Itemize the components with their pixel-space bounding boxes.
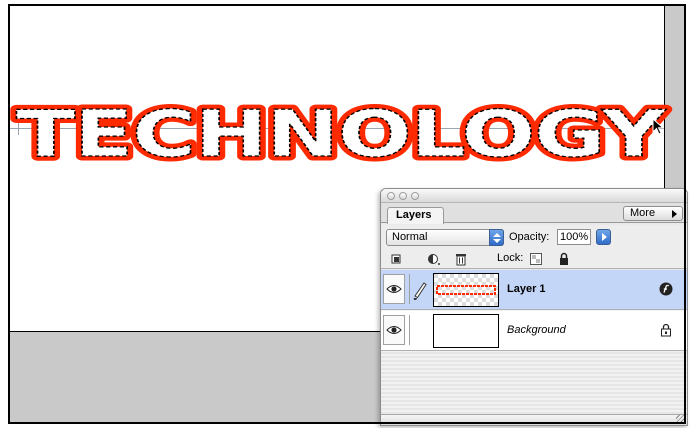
tab-layers[interactable]: Layers <box>387 207 445 224</box>
visibility-toggle[interactable] <box>383 315 405 345</box>
technology-text-art: TECHNOLOGY TECHNOLOGY TECHNOLOGY <box>12 94 672 177</box>
layers-list: Layer 1 Background <box>381 270 687 416</box>
layer-effects-icon[interactable] <box>659 282 673 296</box>
blend-opacity-row: Normal Opacity: 100% <box>381 225 687 249</box>
zoom-window-button[interactable] <box>411 192 419 200</box>
layer-thumbnail <box>433 314 499 348</box>
new-layer-icon[interactable] <box>389 252 403 266</box>
layer-name: Layer 1 <box>507 283 546 295</box>
more-button-label: More <box>630 207 656 219</box>
visibility-toggle[interactable] <box>383 274 405 304</box>
play-arrow-icon <box>672 210 677 218</box>
layer-thumbnail <box>433 273 499 307</box>
resize-grip-icon[interactable] <box>676 415 685 424</box>
lock-all-icon[interactable] <box>557 252 571 266</box>
layer-tools-row: Lock: <box>381 249 687 269</box>
eye-icon <box>386 326 402 334</box>
opacity-slider-button[interactable] <box>596 229 611 245</box>
panel-titlebar[interactable] <box>381 189 687 203</box>
eye-icon <box>386 285 402 293</box>
panel-footer <box>381 414 687 425</box>
lock-transparency-icon[interactable] <box>529 252 543 266</box>
blend-mode-value: Normal <box>392 231 428 243</box>
adjustment-layer-icon[interactable] <box>427 252 441 266</box>
checker-thumbnail-icon <box>434 274 498 306</box>
opacity-label: Opacity: <box>509 231 550 243</box>
layer-row-background[interactable]: Background <box>381 311 687 351</box>
more-button[interactable]: More <box>623 206 683 221</box>
stepper-arrows-icon[interactable] <box>489 229 504 246</box>
close-window-button[interactable] <box>387 192 395 200</box>
blend-mode-select[interactable]: Normal <box>386 229 504 246</box>
lock-label: Lock: <box>497 252 524 264</box>
marching-ants: TECHNOLOGY <box>16 98 666 172</box>
layer-name: Background <box>507 324 566 336</box>
lock-icon <box>661 323 671 337</box>
layer-link-cell[interactable] <box>409 315 429 345</box>
layer-row-layer-1[interactable]: Layer 1 <box>381 270 687 310</box>
minimize-window-button[interactable] <box>399 192 407 200</box>
photoshop-workspace: TECHNOLOGY TECHNOLOGY TECHNOLOGY Layers … <box>0 0 692 428</box>
mouse-pointer-icon <box>652 118 665 135</box>
paintbrush-icon <box>413 282 427 300</box>
trash-icon[interactable] <box>454 252 468 266</box>
panel-tab-row: Layers More <box>381 203 687 224</box>
layers-panel: Layers More Normal Opacity: 100% Lock: L… <box>380 188 688 426</box>
layer-link-cell[interactable] <box>409 274 429 304</box>
opacity-field[interactable]: 100% <box>557 229 591 245</box>
